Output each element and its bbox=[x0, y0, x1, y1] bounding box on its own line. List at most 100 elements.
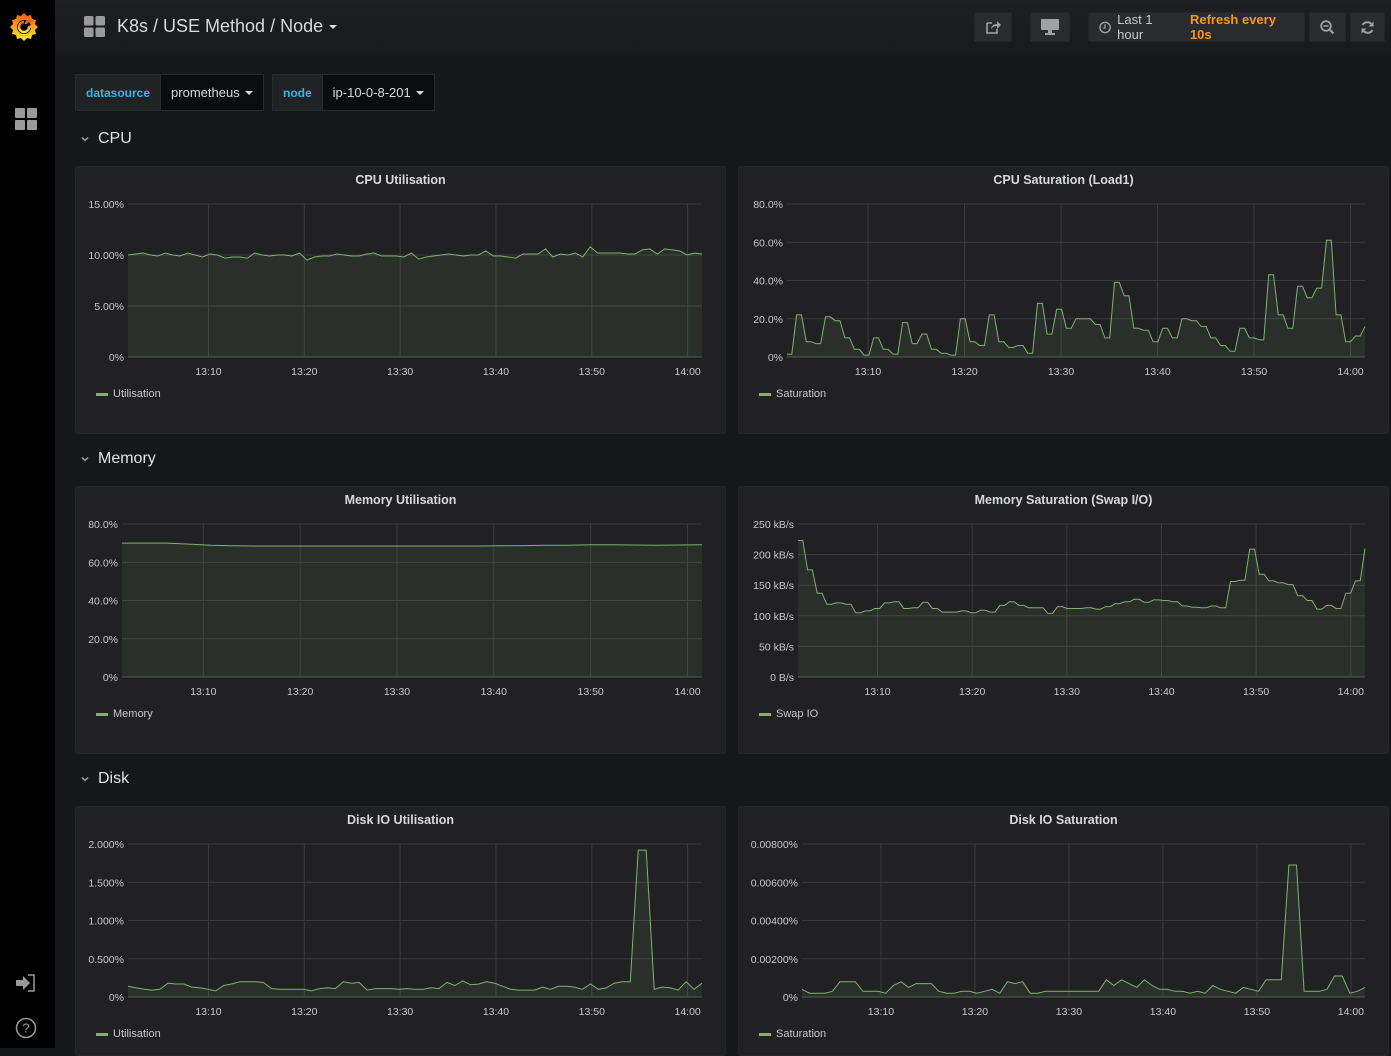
x-tick-label: 13:20 bbox=[291, 1006, 317, 1018]
y-tick-label: 15.00% bbox=[88, 199, 124, 211]
legend-item[interactable]: Saturation bbox=[759, 388, 826, 400]
legend-swatch bbox=[759, 392, 771, 396]
panel-title[interactable]: Memory Saturation (Swap I/O) bbox=[739, 493, 1388, 507]
legend-label: Saturation bbox=[776, 388, 827, 400]
y-tick-label: 0% bbox=[103, 672, 118, 684]
panel-disk-io-utilisation: 0% 0.500% 1.000% 1.500% 2.000% 13:10 13:20 13:3… bbox=[75, 806, 726, 1056]
legend-item[interactable]: Saturation bbox=[759, 1028, 826, 1040]
y-tick-label: 0.00800% bbox=[751, 839, 798, 851]
panel-title[interactable]: CPU Saturation (Load1) bbox=[739, 173, 1388, 187]
x-tick-label: 13:30 bbox=[1054, 686, 1080, 698]
x-tick-label: 13:40 bbox=[1148, 686, 1174, 698]
y-tick-label: 0% bbox=[783, 992, 798, 1004]
x-tick-label: 13:30 bbox=[1048, 366, 1074, 378]
row-disk[interactable]: Disk bbox=[80, 770, 129, 788]
legend-swatch bbox=[96, 392, 108, 396]
y-tick-label: 0% bbox=[109, 992, 124, 1004]
row-cpu[interactable]: CPU bbox=[80, 130, 132, 148]
panel-title[interactable]: Disk IO Utilisation bbox=[76, 813, 725, 827]
chevron-down-icon bbox=[81, 136, 89, 142]
navbar: K8s / USE Method / Node Last 1 hour Refr… bbox=[55, 0, 1391, 56]
x-tick-label: 13:50 bbox=[1241, 366, 1267, 378]
zoom-out-button[interactable] bbox=[1309, 12, 1346, 42]
y-tick-label: 60.0% bbox=[88, 557, 118, 569]
share-button[interactable] bbox=[974, 12, 1012, 42]
panel-cpu-saturation: 0% 20.0% 40.0% 60.0% 80.0% 13:10 13:20 13:30 13:… bbox=[738, 166, 1389, 434]
chart-disk-util: 0% 0.500% 1.000% 1.500% 2.000% 13:10 13:20 13:3… bbox=[88, 839, 703, 1018]
legend-item[interactable]: Utilisation bbox=[96, 1028, 161, 1040]
x-tick-label: 14:00 bbox=[1337, 366, 1363, 378]
x-tick-label: 14:00 bbox=[1338, 686, 1364, 698]
x-tick-label: 13:30 bbox=[1056, 1006, 1082, 1018]
y-tick-label: 0.00200% bbox=[751, 954, 798, 966]
legend-label: Saturation bbox=[776, 1028, 827, 1040]
datasource-select[interactable]: prometheus bbox=[161, 74, 264, 111]
zoom-out-icon bbox=[1320, 19, 1335, 34]
series-area bbox=[128, 246, 702, 357]
y-tick-label: 150 kB/s bbox=[753, 580, 794, 592]
node-select[interactable]: ip-10-0-8-201 bbox=[322, 74, 435, 111]
x-tick-label: 14:00 bbox=[674, 1006, 700, 1018]
sign-in-icon[interactable] bbox=[16, 974, 36, 992]
legend-swatch bbox=[759, 712, 771, 716]
dashboard-title-text: K8s / USE Method / Node bbox=[117, 16, 324, 36]
time-picker-button[interactable]: Last 1 hour Refresh every 10s bbox=[1088, 12, 1305, 42]
x-tick-label: 13:10 bbox=[195, 1006, 221, 1018]
x-tick-label: 13:20 bbox=[287, 686, 313, 698]
chart-mem-sat: 0 B/s 50 kB/s 100 kB/s 150 kB/s 200 kB/s 250 … bbox=[753, 519, 1366, 698]
y-tick-label: 0% bbox=[109, 352, 124, 364]
variable-label: datasource bbox=[75, 74, 162, 111]
chevron-down-icon bbox=[81, 776, 89, 782]
dashboards-icon[interactable] bbox=[15, 108, 37, 130]
chart-disk-sat: 0% 0.00200% 0.00400% 0.00600% 0.00800% 13:10 1… bbox=[751, 839, 1366, 1018]
panel-title[interactable]: CPU Utilisation bbox=[76, 173, 725, 187]
x-tick-label: 14:00 bbox=[674, 686, 700, 698]
legend-label: Swap IO bbox=[776, 708, 819, 720]
svg-text:?: ? bbox=[22, 1021, 29, 1036]
x-tick-label: 13:50 bbox=[579, 366, 605, 378]
variable-node: node ip-10-0-8-201 bbox=[272, 74, 435, 111]
dashboard-apps-icon[interactable] bbox=[84, 16, 105, 37]
help-icon[interactable]: ? bbox=[15, 1017, 37, 1039]
datasource-value: prometheus bbox=[171, 85, 240, 100]
refresh-button[interactable] bbox=[1350, 12, 1385, 42]
legend-item[interactable]: Memory bbox=[96, 708, 153, 720]
row-title-text: Memory bbox=[98, 450, 156, 467]
chevron-down-icon bbox=[81, 456, 89, 462]
y-tick-label: 50 kB/s bbox=[759, 641, 794, 653]
dashboard-title[interactable]: K8s / USE Method / Node bbox=[117, 16, 338, 37]
y-tick-label: 40.0% bbox=[88, 596, 118, 608]
grafana-logo-icon[interactable] bbox=[8, 10, 40, 42]
y-tick-label: 200 kB/s bbox=[753, 550, 794, 562]
panel-disk-io-saturation: 0% 0.00200% 0.00400% 0.00600% 0.00800% 13:10 1… bbox=[738, 806, 1389, 1056]
panel-title[interactable]: Disk IO Saturation bbox=[739, 813, 1388, 827]
legend-item[interactable]: Utilisation bbox=[96, 388, 161, 400]
panel-title[interactable]: Memory Utilisation bbox=[76, 493, 725, 507]
caret-down-icon bbox=[329, 25, 338, 30]
x-tick-label: 13:20 bbox=[951, 366, 977, 378]
y-tick-label: 60.0% bbox=[753, 237, 783, 249]
chart-cpu-sat: 0% 20.0% 40.0% 60.0% 80.0% 13:10 13:20 13:30 13:… bbox=[753, 199, 1366, 378]
tv-mode-button[interactable] bbox=[1030, 12, 1070, 42]
x-tick-label: 13:10 bbox=[864, 686, 890, 698]
caret-down-icon bbox=[415, 90, 424, 95]
y-tick-label: 0% bbox=[768, 352, 783, 364]
y-tick-label: 80.0% bbox=[88, 519, 118, 531]
dashboard: K8s / USE Method / Node Last 1 hour Refr… bbox=[55, 0, 1391, 1056]
x-tick-label: 13:50 bbox=[578, 686, 604, 698]
side-menu: ? bbox=[0, 0, 55, 1048]
share-icon bbox=[986, 21, 1001, 34]
panel-cpu-utilisation: 0% 5.00% 10.00% 15.00% 13:10 13:20 13:30 13:40 1… bbox=[75, 166, 726, 434]
row-title-text: Disk bbox=[98, 770, 130, 787]
y-tick-label: 0.500% bbox=[88, 954, 124, 966]
y-tick-label: 40.0% bbox=[753, 276, 783, 288]
legend-item[interactable]: Swap IO bbox=[759, 708, 818, 720]
x-tick-label: 13:40 bbox=[481, 686, 507, 698]
panel-memory-utilisation: 0% 20.0% 40.0% 60.0% 80.0% 13:10 13:20 13:30 13:… bbox=[75, 486, 726, 754]
legend-label: Utilisation bbox=[113, 388, 161, 400]
x-tick-label: 13:20 bbox=[291, 366, 317, 378]
x-tick-label: 13:10 bbox=[195, 366, 221, 378]
row-memory[interactable]: Memory bbox=[80, 450, 156, 468]
refresh-icon bbox=[1361, 20, 1374, 34]
y-tick-label: 2.000% bbox=[88, 839, 124, 851]
